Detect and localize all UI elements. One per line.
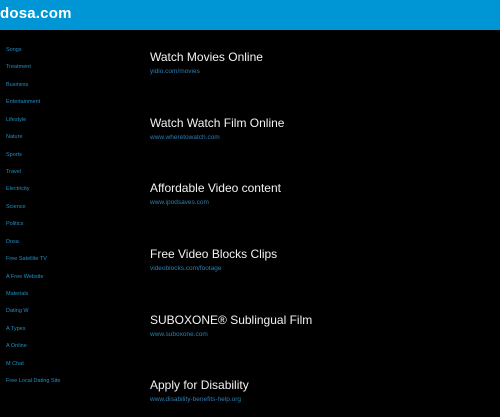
sidebar-item-dating[interactable]: Dating W	[6, 308, 29, 314]
ad-result: Apply for Disability www.disability-bene…	[150, 378, 490, 417]
sidebar-category-list: Songs Treatment Business Entertainment L…	[6, 30, 126, 417]
ad-display-url[interactable]: yidio.com/movies	[150, 68, 490, 76]
sidebar-item-dosa[interactable]: Dosa	[6, 239, 19, 245]
ad-display-url[interactable]: www.ipodsaves.com	[150, 199, 490, 207]
ad-title-link[interactable]: Watch Watch Film Online	[150, 116, 490, 131]
ad-result: Watch Movies Online yidio.com/movies	[150, 50, 490, 90]
ad-display-url[interactable]: www.disability-benefits-help.org	[150, 396, 490, 404]
sidebar-item-nature[interactable]: Nature	[6, 134, 23, 140]
ad-title-link[interactable]: SUBOXONE® Sublingual Film	[150, 313, 490, 328]
sidebar-item-politics[interactable]: Politics	[6, 221, 23, 227]
sidebar-item-types[interactable]: A Types	[6, 326, 25, 332]
ad-display-url[interactable]: www.suboxone.com	[150, 331, 490, 339]
ad-title-link[interactable]: Affordable Video content	[150, 181, 490, 196]
ad-result: Free Video Blocks Clips videoblocks.com/…	[150, 247, 490, 287]
sidebar-item-lifestyle[interactable]: Lifestyle	[6, 117, 26, 123]
ad-display-url[interactable]: videoblocks.com/footage	[150, 265, 490, 273]
ad-title-link[interactable]: Apply for Disability	[150, 378, 490, 393]
sidebar-item-sports[interactable]: Sports	[6, 152, 22, 158]
sidebar-item-travel[interactable]: Travel	[6, 169, 21, 175]
page: dosa.com Songs Treatment Business Entert…	[0, 0, 500, 417]
ad-result: Affordable Video content www.ipodsaves.c…	[150, 181, 490, 221]
ad-result: SUBOXONE® Sublingual Film www.suboxone.c…	[150, 313, 490, 353]
sidebar-item-songs[interactable]: Songs	[6, 47, 22, 53]
ad-display-url[interactable]: www.wheretowatch.com	[150, 134, 490, 142]
sidebar-item-science[interactable]: Science	[6, 204, 26, 210]
ad-result: Watch Watch Film Online www.wheretowatch…	[150, 116, 490, 156]
sidebar-item-treatment[interactable]: Treatment	[6, 64, 31, 70]
sidebar-item-chat[interactable]: M Chat	[6, 361, 24, 367]
sidebar-item-free-local-dating[interactable]: Free Local Dating Site	[6, 378, 60, 384]
sidebar-item-materials[interactable]: Materials	[6, 291, 28, 297]
sidebar-item-free-satellite-tv[interactable]: Free Satellite TV	[6, 256, 47, 262]
sidebar-item-electricity[interactable]: Electricity	[6, 186, 30, 192]
ad-title-link[interactable]: Free Video Blocks Clips	[150, 247, 490, 262]
site-title[interactable]: dosa.com	[0, 5, 72, 23]
sidebar-item-business[interactable]: Business	[6, 82, 28, 88]
top-bar: dosa.com	[0, 0, 500, 30]
sidebar-item-online[interactable]: A Online	[6, 343, 27, 349]
sidebar-item-entertainment[interactable]: Entertainment	[6, 99, 40, 105]
ad-title-link[interactable]: Watch Movies Online	[150, 50, 490, 65]
sidebar-item-free-website[interactable]: A Free Website	[6, 274, 44, 280]
sponsored-results: Watch Movies Online yidio.com/movies Wat…	[150, 30, 490, 417]
